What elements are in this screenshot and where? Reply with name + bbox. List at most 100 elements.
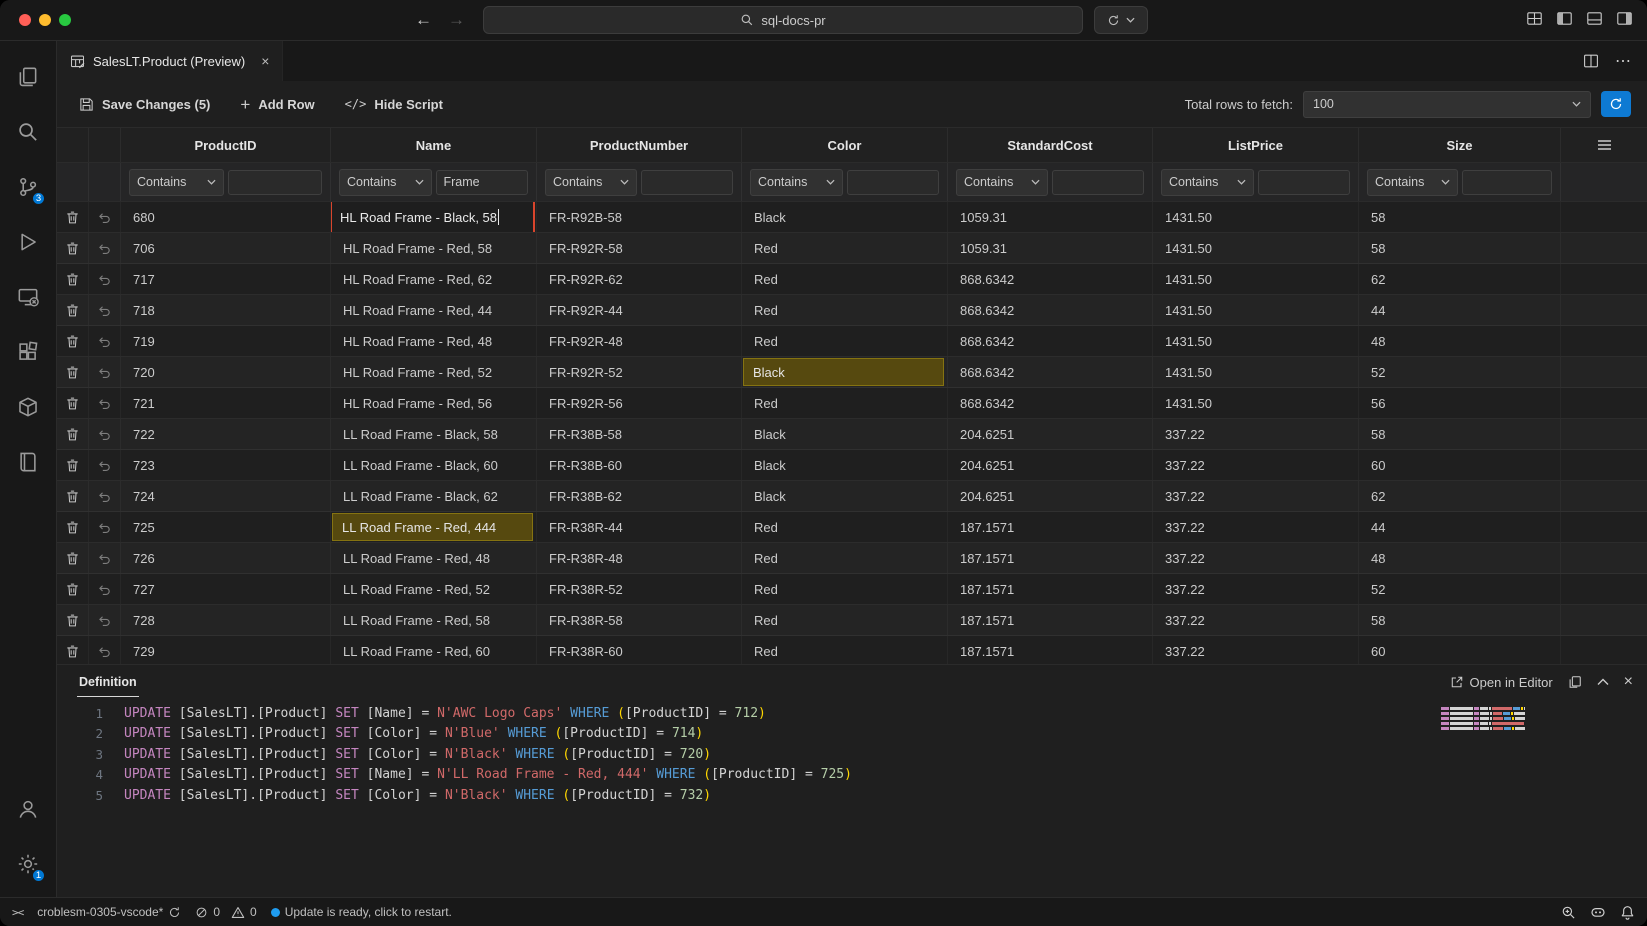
table-row[interactable]: 728LL Road Frame - Red, 58FR-R38R-58Red1… bbox=[57, 605, 1647, 636]
open-in-editor-button[interactable]: Open in Editor bbox=[1450, 675, 1553, 690]
cell-standardcost[interactable]: 187.1571 bbox=[948, 543, 1153, 573]
source-control-icon[interactable]: 3 bbox=[4, 159, 52, 214]
revert-row-button[interactable] bbox=[89, 326, 121, 356]
cell-standardcost[interactable]: 868.6342 bbox=[948, 295, 1153, 325]
code-line[interactable]: 4UPDATE [SalesLT].[Product] SET [Name] =… bbox=[57, 765, 1647, 786]
command-center-search[interactable]: sql-docs-pr bbox=[483, 6, 1083, 34]
modified-cell[interactable]: Black bbox=[743, 358, 944, 386]
delete-row-button[interactable] bbox=[57, 512, 89, 542]
split-editor-icon[interactable] bbox=[1583, 53, 1599, 69]
cell-listprice[interactable]: 337.22 bbox=[1153, 574, 1359, 604]
revert-row-button[interactable] bbox=[89, 388, 121, 418]
cell-listprice[interactable]: 1431.50 bbox=[1153, 264, 1359, 294]
cell-size[interactable]: 62 bbox=[1359, 264, 1561, 294]
column-header-productnumber[interactable]: ProductNumber bbox=[537, 128, 742, 162]
cell-listprice[interactable]: 1431.50 bbox=[1153, 202, 1359, 232]
cell-listprice[interactable]: 1431.50 bbox=[1153, 326, 1359, 356]
cell-productnumber[interactable]: FR-R92R-58 bbox=[537, 233, 742, 263]
cell-color[interactable]: Black bbox=[742, 202, 948, 232]
extensions-icon[interactable] bbox=[4, 324, 52, 379]
cell-productnumber[interactable]: FR-R38R-60 bbox=[537, 636, 742, 664]
revert-row-button[interactable] bbox=[89, 419, 121, 449]
cell-name[interactable]: LL Road Frame - Red, 48 bbox=[331, 543, 537, 573]
cell-size[interactable]: 60 bbox=[1359, 636, 1561, 664]
cell-size[interactable]: 44 bbox=[1359, 512, 1561, 542]
table-row[interactable]: 723LL Road Frame - Black, 60FR-R38B-60Bl… bbox=[57, 450, 1647, 481]
update-ready-indicator[interactable]: Update is ready, click to restart. bbox=[271, 905, 452, 919]
remote-indicator[interactable]: >< bbox=[12, 906, 23, 919]
cell-size[interactable]: 58 bbox=[1359, 605, 1561, 635]
cell-listprice[interactable]: 1431.50 bbox=[1153, 295, 1359, 325]
cell-productnumber[interactable]: FR-R38B-62 bbox=[537, 481, 742, 511]
tab-definition[interactable]: Definition bbox=[77, 667, 139, 697]
cell-size[interactable]: 48 bbox=[1359, 326, 1561, 356]
cell-productid[interactable]: 720 bbox=[121, 357, 331, 387]
revert-row-button[interactable] bbox=[89, 202, 121, 232]
customize-layout-icon[interactable] bbox=[1526, 10, 1543, 27]
delete-row-button[interactable] bbox=[57, 264, 89, 294]
code-line[interactable]: 5UPDATE [SalesLT].[Product] SET [Color] … bbox=[57, 785, 1647, 806]
add-row-button[interactable]: + Add Row bbox=[240, 96, 314, 113]
cell-productid[interactable]: 728 bbox=[121, 605, 331, 635]
cell-color[interactable]: Red bbox=[742, 512, 948, 542]
table-row[interactable]: 718HL Road Frame - Red, 44FR-R92R-44Red8… bbox=[57, 295, 1647, 326]
cell-size[interactable]: 62 bbox=[1359, 481, 1561, 511]
back-button[interactable]: ← bbox=[415, 10, 432, 30]
filter-operator-standardcost[interactable]: Contains bbox=[956, 169, 1048, 196]
revert-row-button[interactable] bbox=[89, 481, 121, 511]
delete-row-button[interactable] bbox=[57, 326, 89, 356]
cell-productnumber[interactable]: FR-R38R-44 bbox=[537, 512, 742, 542]
cell-name[interactable]: LL Road Frame - Black, 60 bbox=[331, 450, 537, 480]
cell-productnumber[interactable]: FR-R38R-48 bbox=[537, 543, 742, 573]
cell-listprice[interactable]: 1431.50 bbox=[1153, 233, 1359, 263]
cell-color[interactable]: Black bbox=[742, 450, 948, 480]
cell-size[interactable]: 60 bbox=[1359, 450, 1561, 480]
cell-name[interactable]: LL Road Frame - Red, 58 bbox=[331, 605, 537, 635]
minimize-window-button[interactable] bbox=[39, 14, 51, 26]
cell-productnumber[interactable]: FR-R92R-56 bbox=[537, 388, 742, 418]
hide-script-button[interactable]: </> Hide Script bbox=[345, 97, 443, 112]
cell-size[interactable]: 58 bbox=[1359, 419, 1561, 449]
cell-productid[interactable]: 680 bbox=[121, 202, 331, 232]
table-row[interactable]: 726LL Road Frame - Red, 48FR-R38R-48Red1… bbox=[57, 543, 1647, 574]
cell-color[interactable]: Black bbox=[742, 419, 948, 449]
cell-color[interactable]: Red bbox=[742, 636, 948, 664]
account-icon[interactable] bbox=[4, 781, 52, 836]
cell-name[interactable]: LL Road Frame - Red, 52 bbox=[331, 574, 537, 604]
minimap[interactable] bbox=[1441, 707, 1525, 732]
cell-name[interactable]: LL Road Frame - Red, 60 bbox=[331, 636, 537, 664]
filter-input-color[interactable] bbox=[847, 170, 940, 195]
filter-operator-productnumber[interactable]: Contains bbox=[545, 169, 637, 196]
sql-code-area[interactable]: 1UPDATE [SalesLT].[Product] SET [Name] =… bbox=[57, 699, 1647, 897]
notebook-icon[interactable] bbox=[4, 434, 52, 489]
total-rows-select[interactable]: 100 bbox=[1303, 91, 1591, 118]
cell-productnumber[interactable]: FR-R92R-48 bbox=[537, 326, 742, 356]
filter-input-listprice[interactable] bbox=[1258, 170, 1351, 195]
delete-row-button[interactable] bbox=[57, 574, 89, 604]
cell-standardcost[interactable]: 1059.31 bbox=[948, 233, 1153, 263]
cell-size[interactable]: 52 bbox=[1359, 357, 1561, 387]
cell-productid[interactable]: 727 bbox=[121, 574, 331, 604]
table-row[interactable]: 725LL Road Frame - Red, 444FR-R38R-44Red… bbox=[57, 512, 1647, 543]
filter-input-size[interactable] bbox=[1462, 170, 1553, 195]
column-header-productid[interactable]: ProductID bbox=[121, 128, 331, 162]
cell-productnumber[interactable]: FR-R38B-58 bbox=[537, 419, 742, 449]
branch-indicator[interactable]: croblesm-0305-vscode* bbox=[37, 905, 181, 919]
filter-input-productnumber[interactable] bbox=[641, 170, 733, 195]
cell-size[interactable]: 58 bbox=[1359, 233, 1561, 263]
cell-productid[interactable]: 724 bbox=[121, 481, 331, 511]
cell-size[interactable]: 58 bbox=[1359, 202, 1561, 232]
cell-listprice[interactable]: 1431.50 bbox=[1153, 388, 1359, 418]
cell-standardcost[interactable]: 187.1571 bbox=[948, 512, 1153, 542]
filter-operator-size[interactable]: Contains bbox=[1367, 169, 1458, 196]
copy-icon[interactable] bbox=[1568, 675, 1582, 689]
filter-operator-name[interactable]: Contains bbox=[339, 169, 432, 196]
cell-productid[interactable]: 719 bbox=[121, 326, 331, 356]
cell-productid[interactable]: 722 bbox=[121, 419, 331, 449]
cell-color[interactable]: Red bbox=[742, 233, 948, 263]
filter-input-name[interactable]: Frame bbox=[436, 170, 529, 195]
cell-standardcost[interactable]: 204.6251 bbox=[948, 419, 1153, 449]
cell-color[interactable]: Red bbox=[742, 574, 948, 604]
table-row[interactable]: 717HL Road Frame - Red, 62FR-R92R-62Red8… bbox=[57, 264, 1647, 295]
cell-listprice[interactable]: 337.22 bbox=[1153, 450, 1359, 480]
